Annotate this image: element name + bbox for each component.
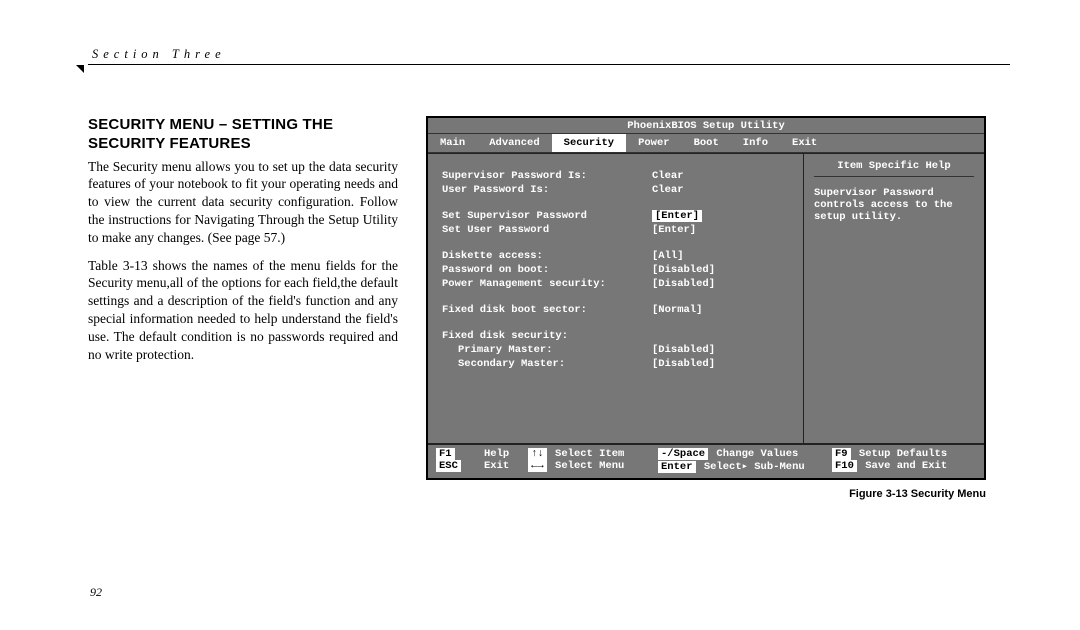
bios-field-value: [Disabled] <box>652 264 791 276</box>
bios-field-label: Fixed disk boot sector: <box>442 304 652 316</box>
body-paragraph-2: Table 3-13 shows the names of the menu f… <box>88 257 398 364</box>
bios-field-row[interactable]: Primary Master:[Disabled] <box>442 344 791 356</box>
right-column: PhoenixBIOS Setup Utility MainAdvancedSe… <box>426 116 1010 500</box>
header-rule <box>88 64 1010 65</box>
bios-help-line: controls access to the <box>814 199 974 211</box>
section-heading: SECURITY MENU – SETTING THE SECURITY FEA… <box>88 116 398 154</box>
footer-select-menu: Select Menu <box>555 460 624 472</box>
bios-field-value: [Disabled] <box>652 358 791 370</box>
bios-field-row[interactable]: Power Management security:[Disabled] <box>442 278 791 290</box>
bios-field-value: [All] <box>652 250 791 262</box>
bios-field-value <box>652 330 791 342</box>
row-spacer <box>442 238 791 248</box>
bios-tab-advanced[interactable]: Advanced <box>477 134 551 152</box>
footer-select-submenu: Select▸ Sub-Menu <box>704 461 805 473</box>
bios-field-row[interactable]: Password on boot:[Disabled] <box>442 264 791 276</box>
key-enter: Enter <box>658 461 696 473</box>
bios-field-row[interactable]: Fixed disk boot sector:[Normal] <box>442 304 791 316</box>
key-f9: F9 <box>832 448 851 460</box>
margin-triangle-icon <box>76 65 84 73</box>
bios-field-label: User Password Is: <box>442 184 652 196</box>
footer-change-values: Change Values <box>716 448 798 460</box>
bios-menubar: MainAdvancedSecurityPowerBootInfoExit <box>428 133 984 153</box>
row-spacer <box>442 198 791 208</box>
footer-setup-defaults: Setup Defaults <box>859 448 947 460</box>
bios-field-value: Clear <box>652 170 791 182</box>
bios-field-value: [Enter] <box>652 224 791 236</box>
bios-field-value: Clear <box>652 184 791 196</box>
bios-tab-main[interactable]: Main <box>428 134 477 152</box>
footer-select-item: Select Item <box>555 448 624 460</box>
bios-tab-security[interactable]: Security <box>552 134 626 152</box>
content-area: SECURITY MENU – SETTING THE SECURITY FEA… <box>88 116 1010 500</box>
bios-field-row[interactable]: Fixed disk security: <box>442 330 791 342</box>
bios-footer: F1 Help ↑↓ Select Item -/Space Change Va… <box>428 443 984 478</box>
footer-exit-label: Exit <box>484 460 509 472</box>
bios-body: Supervisor Password Is:ClearUser Passwor… <box>428 153 984 443</box>
bios-field-label: Power Management security: <box>442 278 652 290</box>
key-f10: F10 <box>832 460 857 472</box>
bios-field-label: Password on boot: <box>442 264 652 276</box>
bios-tab-boot[interactable]: Boot <box>682 134 731 152</box>
key-esc: ESC <box>436 460 461 472</box>
footer-save-exit: Save and Exit <box>865 460 947 472</box>
bios-field-row[interactable]: Set Supervisor Password[Enter] <box>442 210 791 222</box>
bios-help-line: setup utility. <box>814 211 974 223</box>
bios-field-value: [Disabled] <box>652 344 791 356</box>
bios-tab-power[interactable]: Power <box>626 134 682 152</box>
bios-help-header: Item Specific Help <box>814 160 974 177</box>
bios-field-row[interactable]: User Password Is:Clear <box>442 184 791 196</box>
row-spacer <box>442 292 791 302</box>
bios-field-row[interactable]: Set User Password[Enter] <box>442 224 791 236</box>
bios-field-row[interactable]: Secondary Master:[Disabled] <box>442 358 791 370</box>
figure-caption: Figure 3-13 Security Menu <box>426 488 986 500</box>
left-column: SECURITY MENU – SETTING THE SECURITY FEA… <box>88 116 398 500</box>
footer-help-label: Help <box>484 448 509 460</box>
bios-field-label: Fixed disk security: <box>442 330 652 342</box>
bios-field-value: [Normal] <box>652 304 791 316</box>
bios-field-label: Set Supervisor Password <box>442 210 652 222</box>
body-paragraph-1: The Security menu allows you to set up t… <box>88 158 398 247</box>
bios-screenshot: PhoenixBIOS Setup Utility MainAdvancedSe… <box>426 116 986 480</box>
page: Section Three SECURITY MENU – SETTING TH… <box>0 0 1080 630</box>
key-updown: ↑↓ <box>528 448 547 460</box>
bios-field-label: Secondary Master: <box>442 358 652 370</box>
bios-field-row[interactable]: Diskette access:[All] <box>442 250 791 262</box>
key-f1: F1 <box>436 448 455 460</box>
bios-main-panel: Supervisor Password Is:ClearUser Passwor… <box>428 154 804 443</box>
bios-help-panel: Item Specific Help Supervisor Passwordco… <box>804 154 984 443</box>
key-change: -/Space <box>658 448 708 460</box>
bios-tab-exit[interactable]: Exit <box>780 134 829 152</box>
bios-tab-info[interactable]: Info <box>731 134 780 152</box>
section-label: Section Three <box>92 47 232 62</box>
bios-field-row[interactable]: Supervisor Password Is:Clear <box>442 170 791 182</box>
bios-field-value: [Disabled] <box>652 278 791 290</box>
bios-title: PhoenixBIOS Setup Utility <box>428 118 984 133</box>
bios-help-text: Supervisor Passwordcontrols access to th… <box>814 187 974 223</box>
bios-field-label: Diskette access: <box>442 250 652 262</box>
bios-field-label: Set User Password <box>442 224 652 236</box>
bios-field-label: Supervisor Password Is: <box>442 170 652 182</box>
bios-field-value: [Enter] <box>652 210 791 222</box>
key-leftright: ←→ <box>528 460 547 472</box>
bios-field-label: Primary Master: <box>442 344 652 356</box>
bios-help-line: Supervisor Password <box>814 187 974 199</box>
page-number: 92 <box>90 585 102 600</box>
row-spacer <box>442 318 791 328</box>
